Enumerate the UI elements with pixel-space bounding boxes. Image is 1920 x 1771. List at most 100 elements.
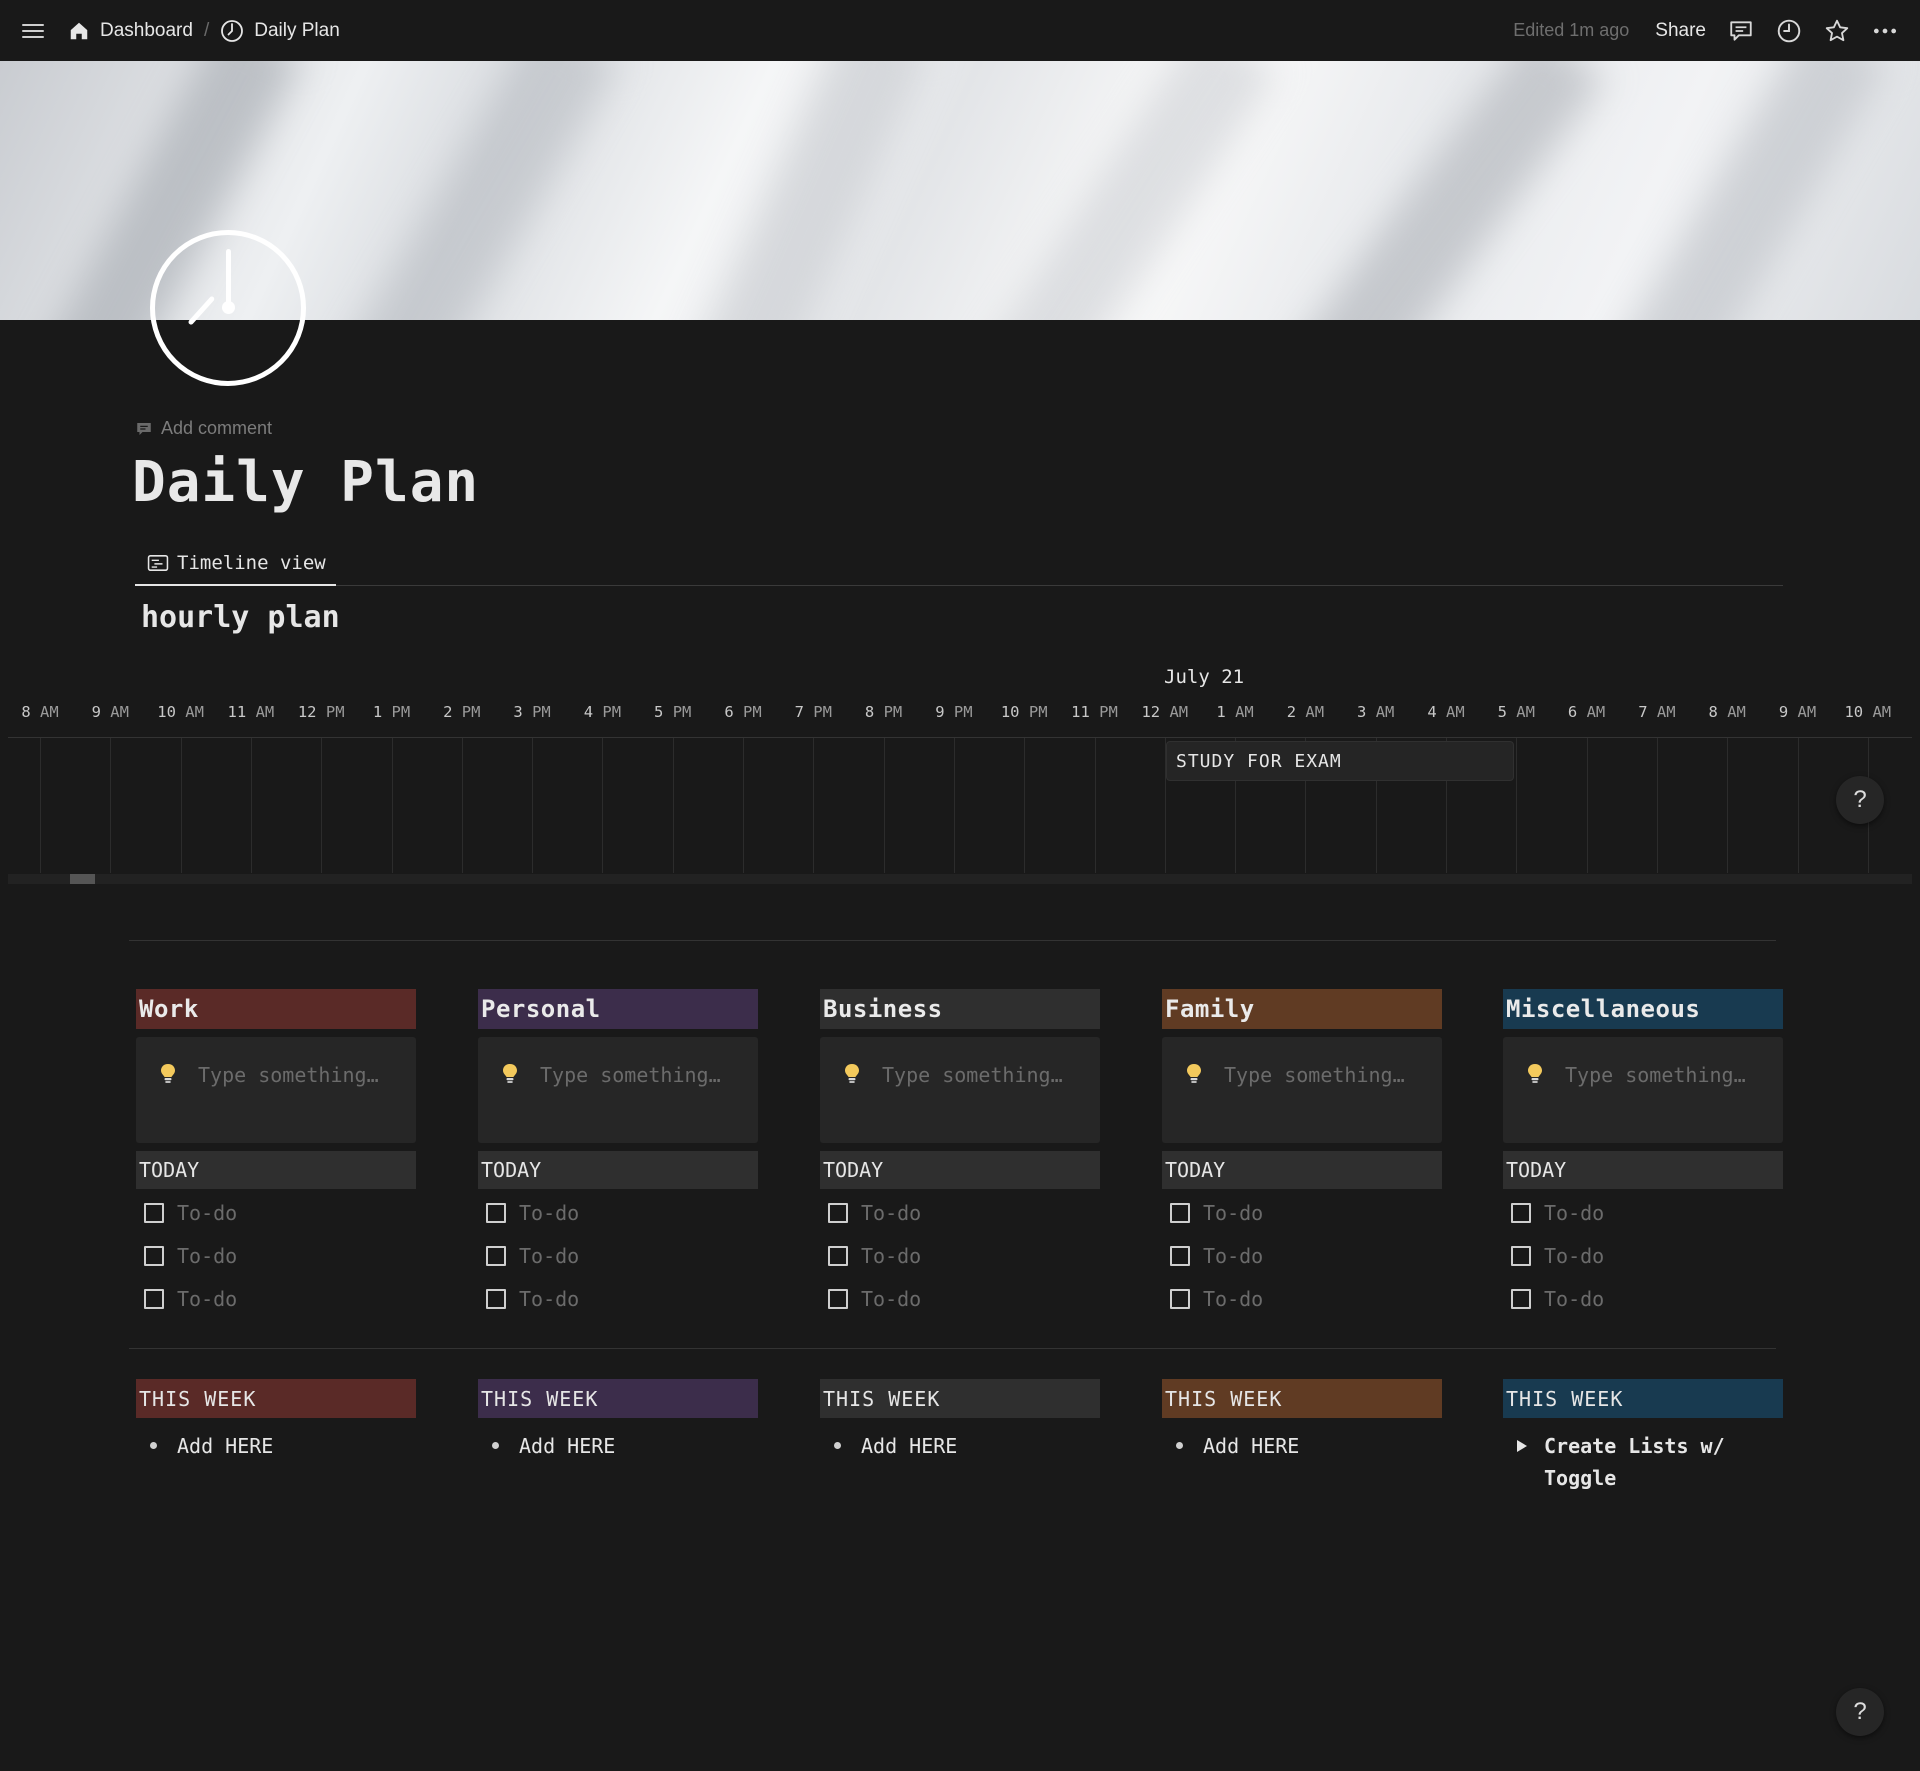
checkbox[interactable] [1511, 1245, 1531, 1266]
breadcrumb-dashboard[interactable]: Dashboard [68, 20, 193, 42]
timeline-hour-column[interactable] [602, 738, 604, 873]
week-item-text[interactable]: Add HERE [1203, 1430, 1433, 1462]
help-button-bottom[interactable]: ? [1836, 1688, 1884, 1736]
callout[interactable]: Type something… [820, 1037, 1100, 1143]
timeline-scroll-thumb[interactable] [70, 874, 95, 884]
todo-item: To-do [1162, 1277, 1442, 1320]
todo-text[interactable]: To-do [1544, 1244, 1604, 1268]
todo-text[interactable]: To-do [1544, 1287, 1604, 1311]
timeline-hour-column[interactable] [1586, 738, 1588, 873]
breadcrumb-daily-plan[interactable]: Daily Plan [220, 19, 340, 43]
todo-text[interactable]: To-do [1203, 1201, 1263, 1225]
bullet-item[interactable]: Add HERE [1162, 1430, 1442, 1462]
todo-text[interactable]: To-do [861, 1244, 921, 1268]
checkbox[interactable] [144, 1202, 164, 1223]
timeline-hour-column[interactable] [1656, 738, 1658, 873]
bullet-item[interactable]: Add HERE [478, 1430, 758, 1462]
timeline-hour-column[interactable] [1024, 738, 1026, 873]
callout-placeholder[interactable]: Type something… [1224, 1059, 1414, 1091]
todo-text[interactable]: To-do [519, 1287, 579, 1311]
more-icon[interactable] [1872, 18, 1898, 44]
todo-text[interactable]: To-do [177, 1287, 237, 1311]
timeline-icon [147, 555, 169, 571]
comment-icon[interactable] [1728, 18, 1754, 44]
checkbox[interactable] [828, 1288, 848, 1309]
checkbox[interactable] [1170, 1288, 1190, 1309]
callout[interactable]: Type something… [1162, 1037, 1442, 1143]
timeline-hour-column[interactable] [1094, 738, 1096, 873]
star-icon[interactable] [1824, 18, 1850, 44]
todo-text[interactable]: To-do [1203, 1244, 1263, 1268]
timeline-hour-column[interactable] [461, 738, 463, 873]
page-title[interactable]: Daily Plan [132, 450, 479, 515]
checkbox[interactable] [486, 1288, 506, 1309]
timeline-event[interactable]: STUDY FOR EXAM [1166, 741, 1514, 781]
timeline-hour-column[interactable] [883, 738, 885, 873]
timeline-hour-column[interactable] [1727, 738, 1729, 873]
timeline-hour-column[interactable] [180, 738, 182, 873]
checkbox[interactable] [828, 1245, 848, 1266]
callout-placeholder[interactable]: Type something… [882, 1059, 1072, 1091]
timeline-hour-label: 9 AM [91, 703, 129, 721]
checkbox[interactable] [828, 1202, 848, 1223]
bullet-item[interactable]: Add HERE [820, 1430, 1100, 1462]
timeline-hour-column[interactable] [672, 738, 674, 873]
history-icon[interactable] [1776, 18, 1802, 44]
checkbox[interactable] [144, 1245, 164, 1266]
callout[interactable]: Type something… [478, 1037, 758, 1143]
todo-text[interactable]: To-do [519, 1201, 579, 1225]
week-item-text[interactable]: Add HERE [519, 1430, 749, 1462]
timeline-hour-column[interactable] [532, 738, 534, 873]
help-button[interactable]: ? [1836, 776, 1884, 824]
checkbox[interactable] [1511, 1202, 1531, 1223]
todo-text[interactable]: To-do [177, 1201, 237, 1225]
tab-timeline-view[interactable]: Timeline view [135, 542, 336, 586]
todo-text[interactable]: To-do [861, 1201, 921, 1225]
checkbox[interactable] [1170, 1245, 1190, 1266]
checkbox[interactable] [1511, 1288, 1531, 1309]
week-item-text[interactable]: Add HERE [177, 1430, 407, 1462]
todo-text[interactable]: To-do [1544, 1201, 1604, 1225]
database-title[interactable]: hourly plan [141, 600, 340, 635]
callout-placeholder[interactable]: Type something… [198, 1059, 388, 1091]
category-heading[interactable]: Personal [478, 989, 758, 1029]
page-clock-icon[interactable] [150, 230, 306, 386]
toggle-item[interactable]: Create Lists w/ Toggle [1503, 1430, 1783, 1494]
todo-text[interactable]: To-do [1203, 1287, 1263, 1311]
add-comment-button[interactable]: Add comment [135, 418, 272, 439]
timeline-hour-column[interactable] [1797, 738, 1799, 873]
callout[interactable]: Type something… [1503, 1037, 1783, 1143]
menu-icon[interactable] [22, 22, 44, 40]
checkbox[interactable] [486, 1202, 506, 1223]
breadcrumb-page-label: Daily Plan [254, 19, 340, 41]
timeline-hour-column[interactable] [743, 738, 744, 873]
checkbox[interactable] [1170, 1202, 1190, 1223]
callout[interactable]: Type something… [136, 1037, 416, 1143]
category-heading[interactable]: Miscellaneous [1503, 989, 1783, 1029]
timeline-hour-column[interactable] [1516, 738, 1518, 873]
timeline-hour-column[interactable] [250, 738, 252, 873]
toggle-arrow-icon[interactable] [1517, 1440, 1527, 1452]
share-button[interactable]: Share [1655, 20, 1706, 42]
week-item-text[interactable]: Create Lists w/ Toggle [1544, 1430, 1774, 1494]
todo-text[interactable]: To-do [177, 1244, 237, 1268]
callout-placeholder[interactable]: Type something… [1565, 1059, 1755, 1091]
checkbox[interactable] [144, 1288, 164, 1309]
timeline-hour-column[interactable] [40, 738, 41, 873]
timeline-scrollbar[interactable] [8, 874, 1912, 884]
checkbox[interactable] [486, 1245, 506, 1266]
timeline-hour-column[interactable] [953, 738, 955, 873]
timeline-hour-column[interactable] [110, 738, 112, 873]
category-heading[interactable]: Business [820, 989, 1100, 1029]
timeline-hour-column[interactable] [391, 738, 393, 873]
bullet-item[interactable]: Add HERE [136, 1430, 416, 1462]
timeline-hour-column[interactable] [813, 738, 815, 873]
callout-placeholder[interactable]: Type something… [540, 1059, 730, 1091]
todo-item: To-do [1162, 1234, 1442, 1277]
category-heading[interactable]: Family [1162, 989, 1442, 1029]
category-heading[interactable]: Work [136, 989, 416, 1029]
todo-text[interactable]: To-do [519, 1244, 579, 1268]
week-item-text[interactable]: Add HERE [861, 1430, 1091, 1462]
todo-text[interactable]: To-do [861, 1287, 921, 1311]
timeline-hour-column[interactable] [321, 738, 323, 873]
